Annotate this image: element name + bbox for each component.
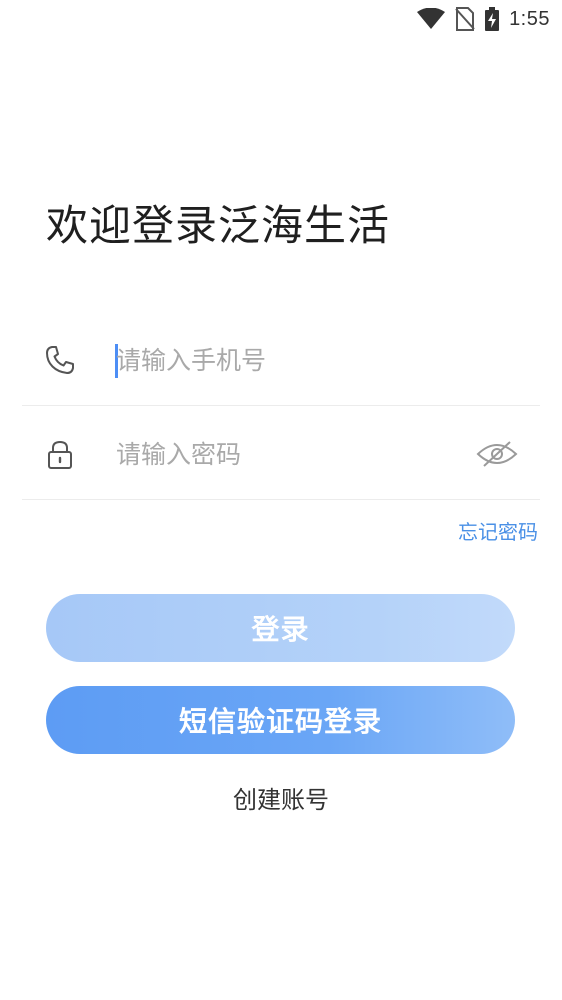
lock-icon <box>48 440 72 469</box>
no-sim-icon <box>455 7 475 31</box>
eye-off-icon[interactable] <box>476 438 518 470</box>
status-bar: 1:55 <box>0 0 562 40</box>
status-time: 1:55 <box>509 7 550 30</box>
phone-icon <box>46 346 74 374</box>
forgot-password-link[interactable]: 忘记密码 <box>458 516 538 545</box>
phone-field-row <box>22 314 540 406</box>
status-icons: 1:55 <box>417 6 550 32</box>
wifi-icon <box>417 8 446 29</box>
sms-login-button[interactable]: 短信验证码登录 <box>46 686 515 754</box>
battery-charging-icon <box>485 7 500 31</box>
page-title: 欢迎登录泛海生活 <box>46 201 391 250</box>
password-input[interactable] <box>116 432 456 476</box>
phone-input[interactable] <box>116 338 456 382</box>
login-button[interactable]: 登录 <box>46 594 515 662</box>
password-field-row <box>22 408 540 500</box>
create-account-link[interactable]: 创建账号 <box>0 780 562 815</box>
